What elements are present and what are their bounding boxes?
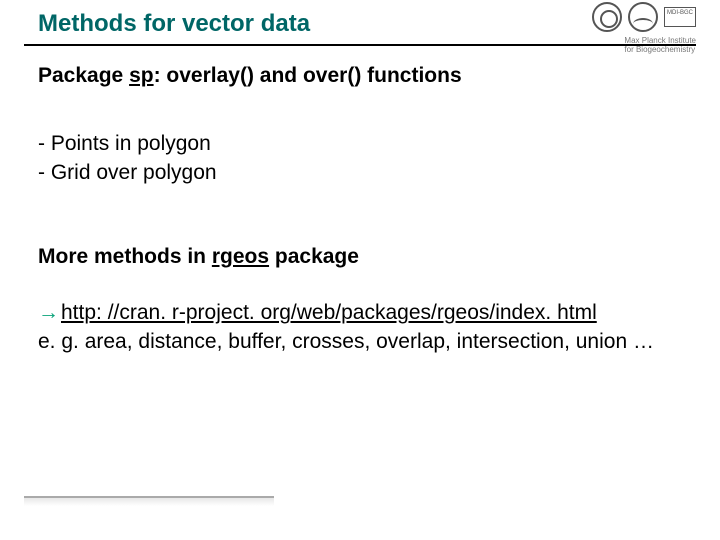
heading-package: sp xyxy=(129,64,154,87)
section-2-heading: More methods in rgeos package xyxy=(38,243,682,271)
section-2: More methods in rgeos package →http: //c… xyxy=(38,243,682,356)
logo-row: MDI-BGC xyxy=(592,2,696,32)
link-line: →http: //cran. r-project. org/web/packag… xyxy=(38,299,682,327)
logo-badge: MDI-BGC xyxy=(664,7,696,27)
slide: Methods for vector data MDI-BGC Max Plan… xyxy=(0,0,720,540)
heading-text: Package xyxy=(38,64,129,87)
bullet-item: - Points in polygon xyxy=(38,130,682,158)
bullet-item: - Grid over polygon xyxy=(38,159,682,187)
logo-icon xyxy=(628,2,658,32)
heading-text: : overlay() and over() functions xyxy=(154,64,462,87)
slide-body: Package sp: overlay() and over() functio… xyxy=(38,62,682,404)
logo-icon xyxy=(592,2,622,32)
footer-divider xyxy=(24,496,274,506)
section-1-heading: Package sp: overlay() and over() functio… xyxy=(38,62,682,90)
title-divider xyxy=(24,44,696,46)
slide-title: Methods for vector data xyxy=(38,10,310,38)
section-1: Package sp: overlay() and over() functio… xyxy=(38,62,682,187)
heading-text: More methods in xyxy=(38,245,212,268)
heading-text: package xyxy=(269,245,359,268)
arrow-icon: → xyxy=(38,301,59,324)
example-line: e. g. area, distance, buffer, crosses, o… xyxy=(38,328,682,356)
rgeos-link[interactable]: http: //cran. r-project. org/web/package… xyxy=(61,301,597,324)
heading-package: rgeos xyxy=(212,245,269,268)
